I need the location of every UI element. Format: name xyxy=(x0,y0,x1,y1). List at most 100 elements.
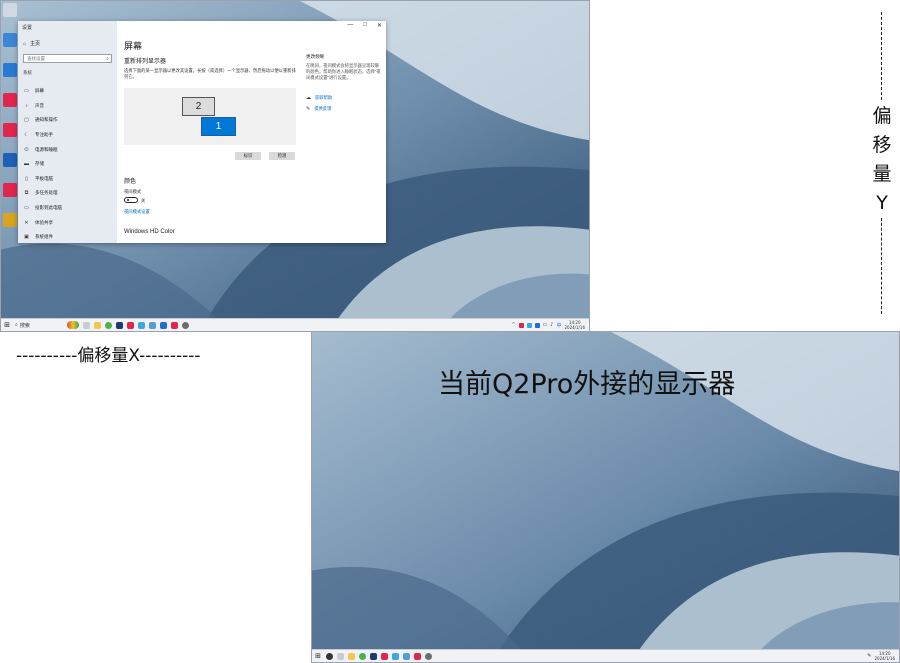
sidebar-item-display[interactable]: ▭ 屏幕 xyxy=(18,84,117,99)
sidebar-list: ▭ 屏幕 ♪ 声音 ▢ 通知和操作 ☾ 专注助手 ⏻ 电源和睡眠 ▬ 存储 ▯ 平板电脑 ⧉ 多… xyxy=(18,84,117,243)
monitor-1[interactable]: 1 xyxy=(201,117,236,136)
feedback-icon: ✎ xyxy=(306,106,311,112)
taskbar-clock[interactable]: 14:20 2024/1/16 xyxy=(564,320,585,330)
power-icon: ⏻ xyxy=(24,146,29,153)
settings-icon[interactable] xyxy=(182,321,189,329)
hd-color-heading: Windows HD Color xyxy=(124,229,175,235)
system-tray: ^ ▭ ♪ 中 14:20 2024/1/16 xyxy=(511,320,589,330)
volume-icon[interactable]: ♪ xyxy=(550,322,553,328)
app-icon[interactable] xyxy=(67,321,79,329)
external-display-caption: 当前Q2Pro外接的显示器 xyxy=(438,369,736,400)
taskbar-search-placeholder: 搜索 xyxy=(19,322,30,329)
input-method-icon[interactable]: 中 xyxy=(556,322,561,329)
app-shortcut-icon[interactable] xyxy=(3,213,17,227)
windows-start-icon[interactable]: ⊞ xyxy=(312,652,324,660)
sidebar-item-label: 多任务处理 xyxy=(35,190,58,196)
settings-search-input[interactable]: 查找设置 ⌕ xyxy=(23,54,112,63)
windows-start-icon[interactable]: ⊞ xyxy=(1,321,13,329)
app-icon[interactable] xyxy=(116,321,123,329)
explorer-icon[interactable] xyxy=(348,652,355,660)
taskbar-search[interactable]: ⌕ 搜索 xyxy=(13,321,65,329)
settings-main: 屏幕 重新排列显示器 选择下面的某一显示器以更改其设置。长按（或选择）一个显示器… xyxy=(124,21,386,243)
chrome-icon[interactable] xyxy=(105,321,112,329)
color-heading: 颜色 xyxy=(124,179,137,185)
sidebar-item-notifications[interactable]: ▢ 通知和操作 xyxy=(18,113,117,128)
sidebar-item-storage[interactable]: ▬ 存储 xyxy=(18,157,117,172)
sidebar-item-power[interactable]: ⏻ 电源和睡眠 xyxy=(18,142,117,157)
sidebar-item-tablet[interactable]: ▯ 平板电脑 xyxy=(18,172,117,187)
search-placeholder: 查找设置 xyxy=(27,55,45,61)
app-icon[interactable] xyxy=(381,652,388,660)
window-title: 设置 xyxy=(22,25,33,31)
chrome-icon[interactable] xyxy=(359,652,366,660)
info-icon: ▣ xyxy=(24,234,29,241)
sidebar-item-label: 屏幕 xyxy=(35,88,44,94)
system-tray: ✎ 14:20 2024/1/16 xyxy=(867,651,899,661)
app-icon[interactable] xyxy=(392,652,399,660)
get-help-label: 获取帮助 xyxy=(315,95,333,100)
sidebar-item-multitask[interactable]: ⧉ 多任务处理 xyxy=(18,186,117,201)
network-icon[interactable]: ▭ xyxy=(543,322,548,328)
tray-app-icon[interactable] xyxy=(526,322,532,328)
sidebar-item-label: 通知和操作 xyxy=(35,117,58,123)
sidebar-item-sound[interactable]: ♪ 声音 xyxy=(18,99,117,114)
app-icon[interactable] xyxy=(370,652,377,660)
offset-y-dash-top xyxy=(881,12,882,100)
app-shortcut-icon[interactable] xyxy=(3,63,17,77)
taskview-icon[interactable] xyxy=(337,652,344,660)
sound-icon: ♪ xyxy=(25,102,28,109)
recycle-bin-icon[interactable] xyxy=(3,3,17,17)
app-icon[interactable] xyxy=(403,652,410,660)
desktop-left: 设置 ⌂ 主页 查找设置 ⌕ 系统 ▭ 屏幕 ♪ 声音 ▢ 通知和操作 ☾ 专注助手 ⏻… xyxy=(0,0,590,332)
section-title: 重新排列显示器 xyxy=(124,59,167,65)
app-icon[interactable] xyxy=(160,321,167,329)
app-icon[interactable] xyxy=(149,321,156,329)
search-icon: ⌕ xyxy=(106,55,109,62)
identify-button[interactable]: 标识 xyxy=(235,152,261,160)
night-light-settings-link[interactable]: 夜间模式设置 xyxy=(124,209,150,215)
get-help-link[interactable]: ☁ 获取帮助 xyxy=(306,95,382,101)
taskbar-clock[interactable]: 14:20 2024/1/16 xyxy=(874,651,895,661)
related-text: 在晚间，夜间模式会将显示器呈现较暖的颜色，帮助你进入睡眠状态。选择"夜间模式设置… xyxy=(306,63,381,80)
settings-window: 设置 ⌂ 主页 查找设置 ⌕ 系统 ▭ 屏幕 ♪ 声音 ▢ 通知和操作 ☾ 专注助手 ⏻… xyxy=(18,21,386,243)
sidebar-item-project[interactable]: ▭ 投影到此电脑 xyxy=(18,201,117,216)
app-shortcut-icon[interactable] xyxy=(3,123,17,137)
sidebar-item-shared[interactable]: ✕ 体验共享 xyxy=(18,215,117,230)
tray-app-icon[interactable] xyxy=(518,322,524,328)
multitask-icon: ⧉ xyxy=(24,190,29,197)
search-icon[interactable] xyxy=(326,652,333,660)
tray-chevron-icon[interactable]: ^ xyxy=(511,322,515,328)
pen-icon[interactable]: ✎ xyxy=(867,653,871,659)
search-icon: ⌕ xyxy=(15,322,18,328)
app-shortcut-icon[interactable] xyxy=(3,153,17,167)
sidebar-item-focus[interactable]: ☾ 专注助手 xyxy=(18,128,117,143)
desktop-icons xyxy=(3,3,19,243)
tray-app-icon[interactable] xyxy=(534,322,540,328)
sidebar-item-label: 存储 xyxy=(35,161,44,167)
taskview-icon[interactable] xyxy=(83,321,90,329)
detect-button[interactable]: 检测 xyxy=(269,152,295,160)
sidebar-item-components[interactable]: ▣ 系统组件 xyxy=(18,230,117,243)
settings-icon[interactable] xyxy=(425,652,432,660)
app-shortcut-icon[interactable] xyxy=(3,33,17,47)
display-arrangement[interactable]: 2 1 xyxy=(124,88,296,145)
app-icon[interactable] xyxy=(414,652,421,660)
explorer-icon[interactable] xyxy=(94,321,101,329)
taskbar-left: ⊞ ⌕ 搜索 ^ ▭ ♪ 中 14:20 2024/1/16 xyxy=(1,318,589,331)
sidebar-item-label: 专注助手 xyxy=(35,132,53,138)
sidebar-item-label: 声音 xyxy=(35,102,44,108)
app-icon[interactable] xyxy=(138,321,145,329)
offset-x-label: ----------偏移量X---------- xyxy=(16,346,201,366)
project-icon: ▭ xyxy=(24,205,29,212)
feedback-link[interactable]: ✎ 提供反馈 xyxy=(306,106,382,112)
app-shortcut-icon[interactable] xyxy=(3,93,17,107)
monitor-2[interactable]: 2 xyxy=(182,97,215,116)
app-icon[interactable] xyxy=(127,321,134,329)
night-light-label: 夜间模式 xyxy=(124,189,142,194)
sidebar-item-label: 平板电脑 xyxy=(35,175,53,181)
offset-y-char: 偏 xyxy=(872,105,892,127)
sidebar-home[interactable]: ⌂ 主页 xyxy=(23,40,40,48)
night-light-toggle[interactable] xyxy=(124,197,138,203)
app-shortcut-icon[interactable] xyxy=(3,183,17,197)
app-icon[interactable] xyxy=(171,321,178,329)
